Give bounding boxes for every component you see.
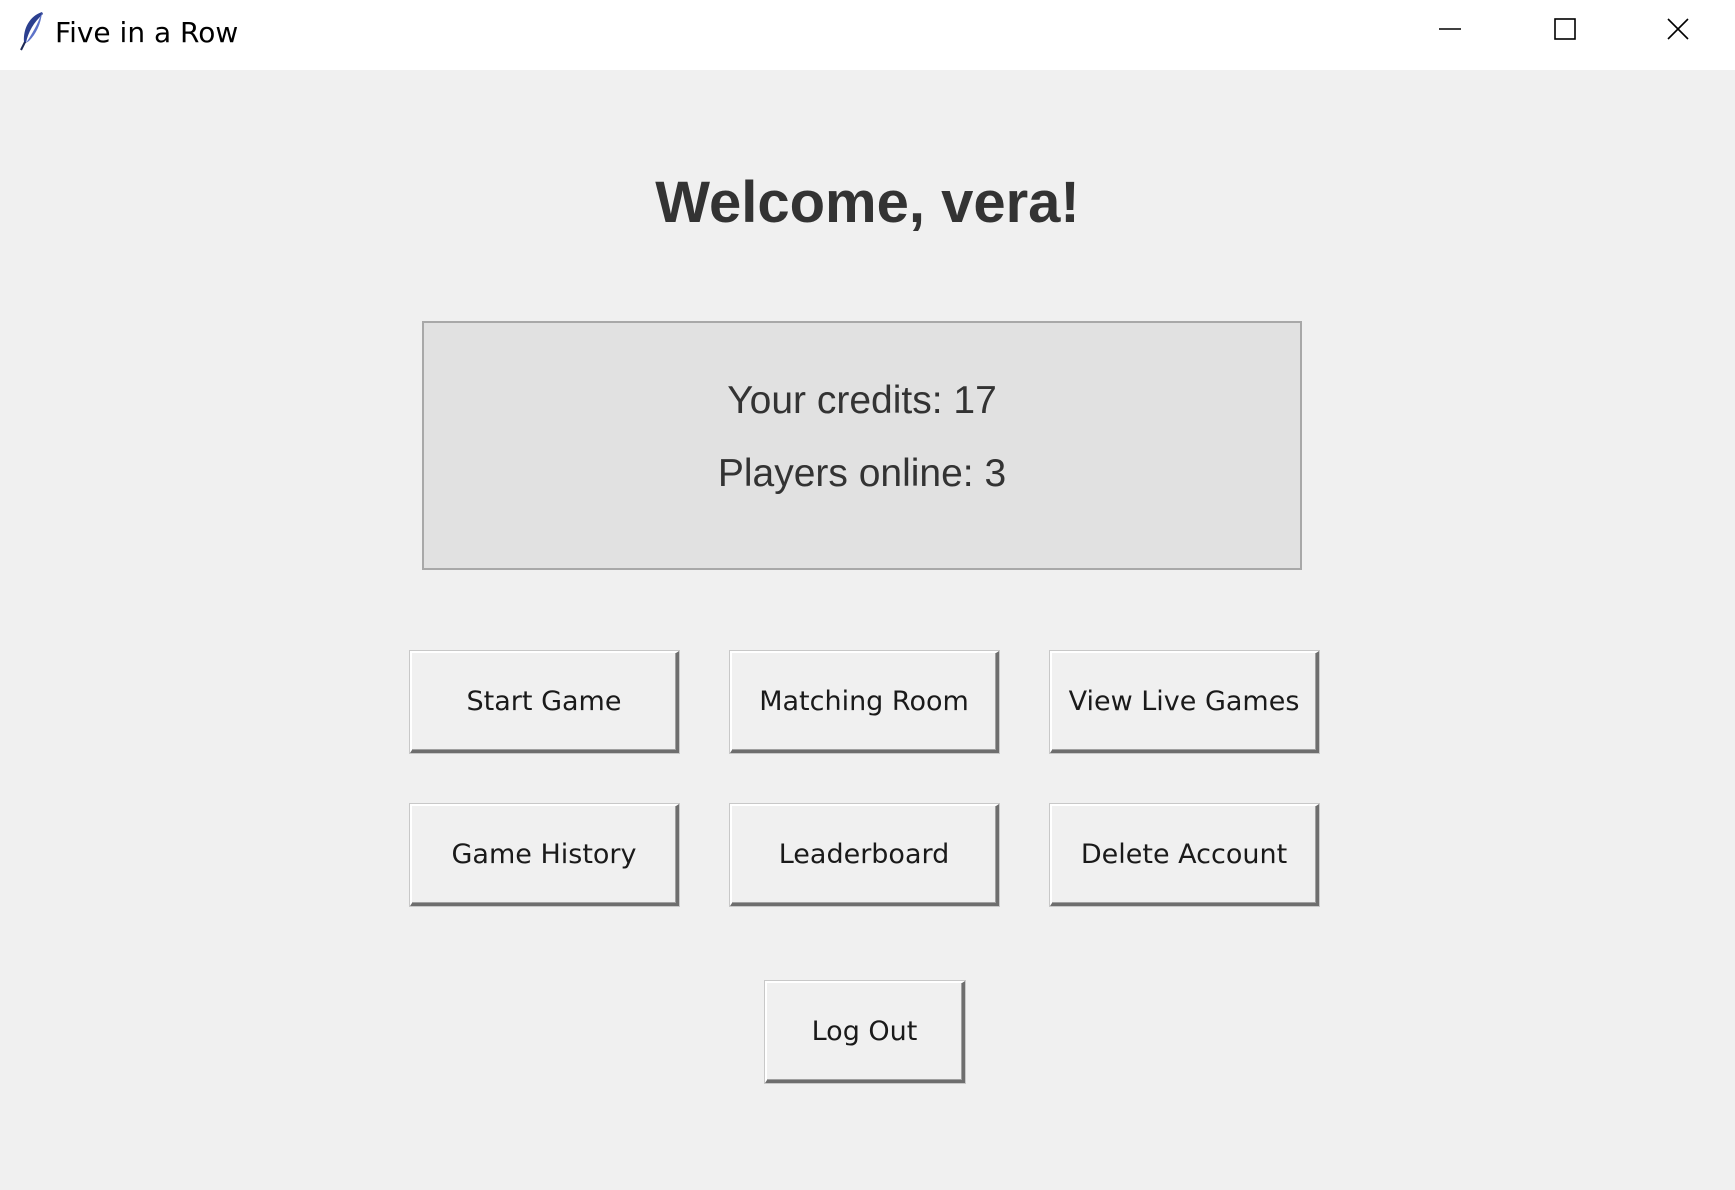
app-window: Five in a Row Welcome, vera! Your credit… [0,0,1735,1190]
view-live-games-button[interactable]: View Live Games [1050,651,1319,753]
close-button[interactable] [1620,0,1735,62]
start-game-button[interactable]: Start Game [410,651,679,753]
close-icon [1666,17,1690,45]
title-bar[interactable]: Five in a Row [0,0,1735,70]
matching-room-button[interactable]: Matching Room [730,651,999,753]
main-content: Welcome, vera! Your credits: 17 Players … [0,70,1735,1190]
welcome-heading: Welcome, vera! [655,170,1080,235]
leaderboard-button[interactable]: Leaderboard [730,804,999,906]
log-out-button[interactable]: Log Out [765,981,965,1083]
minimize-button[interactable] [1392,0,1507,62]
minimize-icon [1438,17,1462,45]
credits-label: Your credits: 17 [727,379,997,422]
info-panel: Your credits: 17 Players online: 3 [422,321,1302,570]
delete-account-button[interactable]: Delete Account [1050,804,1319,906]
maximize-button[interactable] [1507,0,1622,62]
window-title: Five in a Row [55,16,239,49]
maximize-icon [1553,18,1576,44]
feather-icon [16,10,46,52]
players-online-label: Players online: 3 [717,452,1007,495]
game-history-button[interactable]: Game History [410,804,679,906]
